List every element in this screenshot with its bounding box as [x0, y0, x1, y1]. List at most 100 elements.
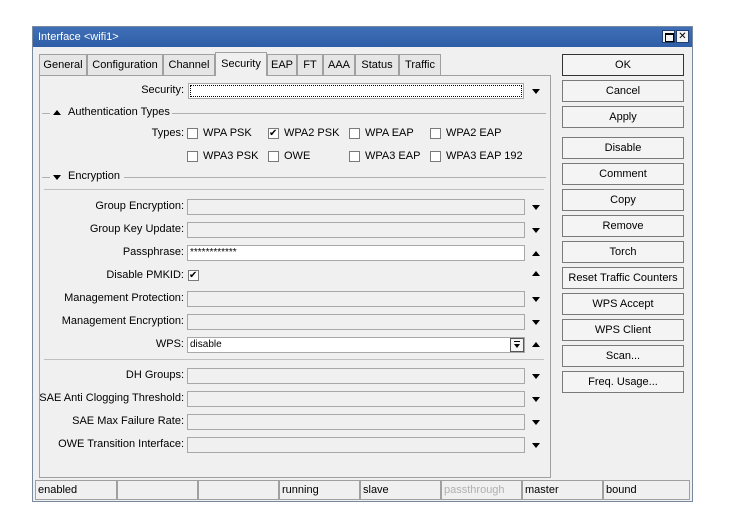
- wpa2-psk-label: WPA2 PSK: [284, 127, 340, 139]
- wpa3-eap-label: WPA3 EAP: [365, 150, 421, 162]
- sae-max-failure-field[interactable]: [187, 414, 525, 430]
- wps-collapse-arrow-icon[interactable]: [532, 342, 540, 347]
- group-key-update-field[interactable]: [187, 222, 525, 238]
- wps-label: WPS:: [155, 338, 184, 350]
- tab-traffic[interactable]: Traffic: [399, 54, 441, 76]
- status-passthrough: passthrough: [441, 480, 522, 500]
- wpa3-eap-192-label: WPA3 EAP 192: [446, 150, 523, 162]
- group-encryption-dropdown-arrow-icon[interactable]: [532, 205, 540, 210]
- owe-checkbox[interactable]: [268, 151, 279, 162]
- ok-button[interactable]: OK: [562, 54, 684, 76]
- sae-anti-clogging-field[interactable]: [187, 391, 525, 407]
- tab-channel[interactable]: Channel: [163, 54, 215, 76]
- wpa2-eap-checkbox[interactable]: [430, 128, 441, 139]
- wpa-eap-checkbox[interactable]: [349, 128, 360, 139]
- management-encryption-field[interactable]: [187, 314, 525, 330]
- dh-groups-field[interactable]: [187, 368, 525, 384]
- dh-groups-dropdown-arrow-icon[interactable]: [532, 374, 540, 379]
- passphrase-collapse-arrow-icon[interactable]: [532, 251, 540, 256]
- maximize-icon[interactable]: [662, 30, 675, 43]
- disable-pmkid-checkbox[interactable]: [188, 270, 199, 281]
- cancel-button[interactable]: Cancel: [562, 80, 684, 102]
- scan-button[interactable]: Scan...: [562, 345, 684, 367]
- section-line: [172, 113, 546, 114]
- section-line: [42, 177, 50, 178]
- tab-status[interactable]: Status: [355, 54, 399, 76]
- section-line: [42, 113, 50, 114]
- status-running: running: [279, 480, 360, 500]
- close-icon[interactable]: ✕: [676, 30, 689, 43]
- status-bar: enabled running slave passthrough master…: [34, 480, 691, 500]
- comment-button[interactable]: Comment: [562, 163, 684, 185]
- wps-field[interactable]: disable: [187, 337, 525, 353]
- owe-transition-label: OWE Transition Interface:: [58, 438, 184, 450]
- group-key-update-dropdown-arrow-icon[interactable]: [532, 228, 540, 233]
- torch-button[interactable]: Torch: [562, 241, 684, 263]
- passphrase-field[interactable]: ************: [187, 245, 525, 261]
- wpa3-psk-label: WPA3 PSK: [203, 150, 259, 162]
- title-bar[interactable]: Interface <wifi1> ✕: [33, 27, 692, 47]
- disable-pmkid-collapse-arrow-icon[interactable]: [532, 271, 540, 276]
- sae-anti-clogging-label: SAE Anti Clogging Threshold:: [39, 392, 184, 404]
- security-panel: Security: Authentication Types Types: WP…: [39, 75, 551, 478]
- tab-aaa[interactable]: AAA: [323, 54, 355, 76]
- encryption-section[interactable]: Encryption: [42, 170, 548, 184]
- expand-down-icon[interactable]: [53, 175, 61, 180]
- authentication-types-heading: Authentication Types: [68, 106, 170, 118]
- passphrase-label: Passphrase:: [122, 246, 184, 258]
- wps-client-button[interactable]: WPS Client: [562, 319, 684, 341]
- owe-transition-field[interactable]: [187, 437, 525, 453]
- status-cell: [117, 480, 198, 500]
- apply-button[interactable]: Apply: [562, 106, 684, 128]
- types-label: Types:: [151, 127, 184, 139]
- group-encryption-label: Group Encryption:: [95, 200, 184, 212]
- wpa2-psk-checkbox[interactable]: [268, 128, 279, 139]
- tab-configuration[interactable]: Configuration: [87, 54, 163, 76]
- copy-button[interactable]: Copy: [562, 189, 684, 211]
- status-cell: [198, 480, 279, 500]
- wpa-psk-checkbox[interactable]: [187, 128, 198, 139]
- separator: [44, 189, 544, 190]
- wpa-eap-label: WPA EAP: [365, 127, 414, 139]
- security-field[interactable]: [188, 83, 524, 99]
- sae-max-failure-dropdown-arrow-icon[interactable]: [532, 420, 540, 425]
- status-bound: bound: [603, 480, 690, 500]
- authentication-types-section[interactable]: Authentication Types: [42, 106, 548, 120]
- group-key-update-label: Group Key Update:: [89, 223, 184, 235]
- tab-eap[interactable]: EAP: [267, 54, 297, 76]
- remove-button[interactable]: Remove: [562, 215, 684, 237]
- tab-ft[interactable]: FT: [297, 54, 323, 76]
- window-title: Interface <wifi1>: [38, 31, 119, 43]
- group-encryption-field[interactable]: [187, 199, 525, 215]
- security-label: Security:: [141, 84, 184, 96]
- interface-window: Interface <wifi1> ✕ General Configuratio…: [32, 26, 693, 502]
- status-master: master: [522, 480, 603, 500]
- management-protection-label: Management Protection:: [64, 292, 184, 304]
- management-protection-dropdown-arrow-icon[interactable]: [532, 297, 540, 302]
- tab-security[interactable]: Security: [215, 52, 267, 76]
- sae-max-failure-label: SAE Max Failure Rate:: [72, 415, 184, 427]
- freq-usage-button[interactable]: Freq. Usage...: [562, 371, 684, 393]
- disable-button[interactable]: Disable: [562, 137, 684, 159]
- separator: [44, 359, 544, 360]
- tab-general[interactable]: General: [39, 54, 87, 76]
- wpa2-eap-label: WPA2 EAP: [446, 127, 502, 139]
- management-encryption-label: Management Encryption:: [61, 315, 184, 327]
- sae-anti-clogging-dropdown-arrow-icon[interactable]: [532, 397, 540, 402]
- encryption-heading: Encryption: [68, 170, 120, 182]
- wps-dropdown-button-icon[interactable]: [510, 338, 524, 352]
- status-enabled: enabled: [35, 480, 117, 500]
- section-line: [124, 177, 546, 178]
- owe-transition-dropdown-arrow-icon[interactable]: [532, 443, 540, 448]
- reset-traffic-counters-button[interactable]: Reset Traffic Counters: [562, 267, 684, 289]
- wpa3-eap-192-checkbox[interactable]: [430, 151, 441, 162]
- wpa-psk-label: WPA PSK: [203, 127, 252, 139]
- collapse-up-icon[interactable]: [53, 110, 61, 115]
- management-encryption-dropdown-arrow-icon[interactable]: [532, 320, 540, 325]
- wpa3-eap-checkbox[interactable]: [349, 151, 360, 162]
- wps-accept-button[interactable]: WPS Accept: [562, 293, 684, 315]
- wpa3-psk-checkbox[interactable]: [187, 151, 198, 162]
- disable-pmkid-label: Disable PMKID:: [106, 269, 184, 281]
- management-protection-field[interactable]: [187, 291, 525, 307]
- security-dropdown-arrow-icon[interactable]: [532, 89, 540, 94]
